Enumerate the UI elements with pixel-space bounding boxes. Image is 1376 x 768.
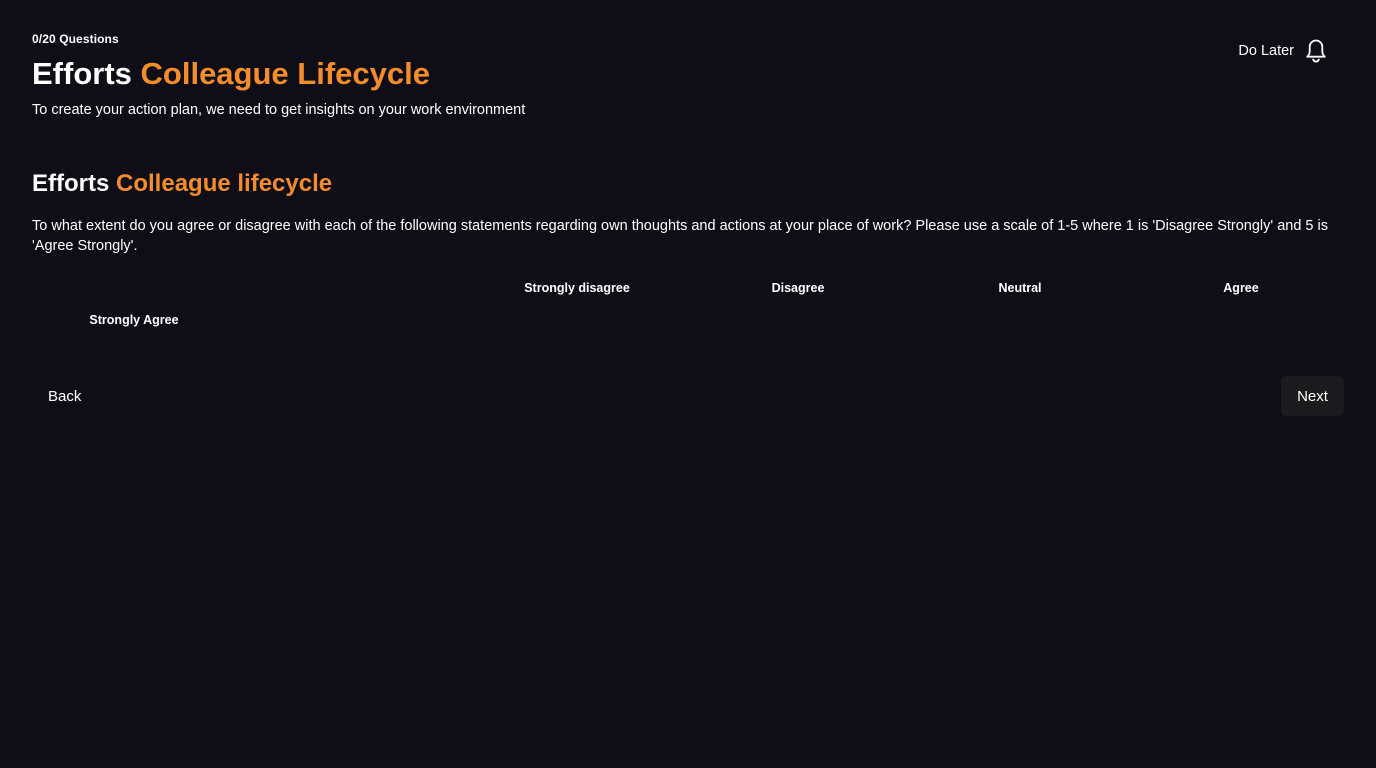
scale-label-strongly-disagree: Strongly disagree: [524, 281, 630, 295]
question-text: To what extent do you agree or disagree …: [32, 218, 1328, 254]
section-title: Efforts Colleague lifecycle: [32, 168, 332, 200]
page-title: Efforts Colleague Lifecycle: [32, 55, 430, 93]
back-button[interactable]: Back: [32, 376, 97, 416]
page-title-highlight: Colleague Lifecycle: [140, 56, 430, 91]
scale-label-neutral: Neutral: [998, 281, 1042, 295]
section-title-highlight: Colleague lifecycle: [116, 170, 333, 197]
do-later-button[interactable]: Do Later: [1238, 38, 1328, 64]
scale-label-agree: Agree: [1223, 281, 1259, 295]
section-title-prefix: Efforts: [32, 170, 110, 197]
do-later-label: Do Later: [1238, 43, 1294, 59]
progress-counter: 0/20 Questions: [32, 32, 119, 46]
next-button[interactable]: Next: [1281, 376, 1344, 416]
bell-icon[interactable]: [1304, 38, 1328, 64]
page-subtitle: To create your action plan, we need to g…: [32, 102, 526, 118]
scale-label-strongly-agree: Strongly Agree: [89, 313, 179, 327]
page-title-prefix: Efforts: [32, 56, 132, 91]
scale-label-disagree: Disagree: [771, 281, 825, 295]
